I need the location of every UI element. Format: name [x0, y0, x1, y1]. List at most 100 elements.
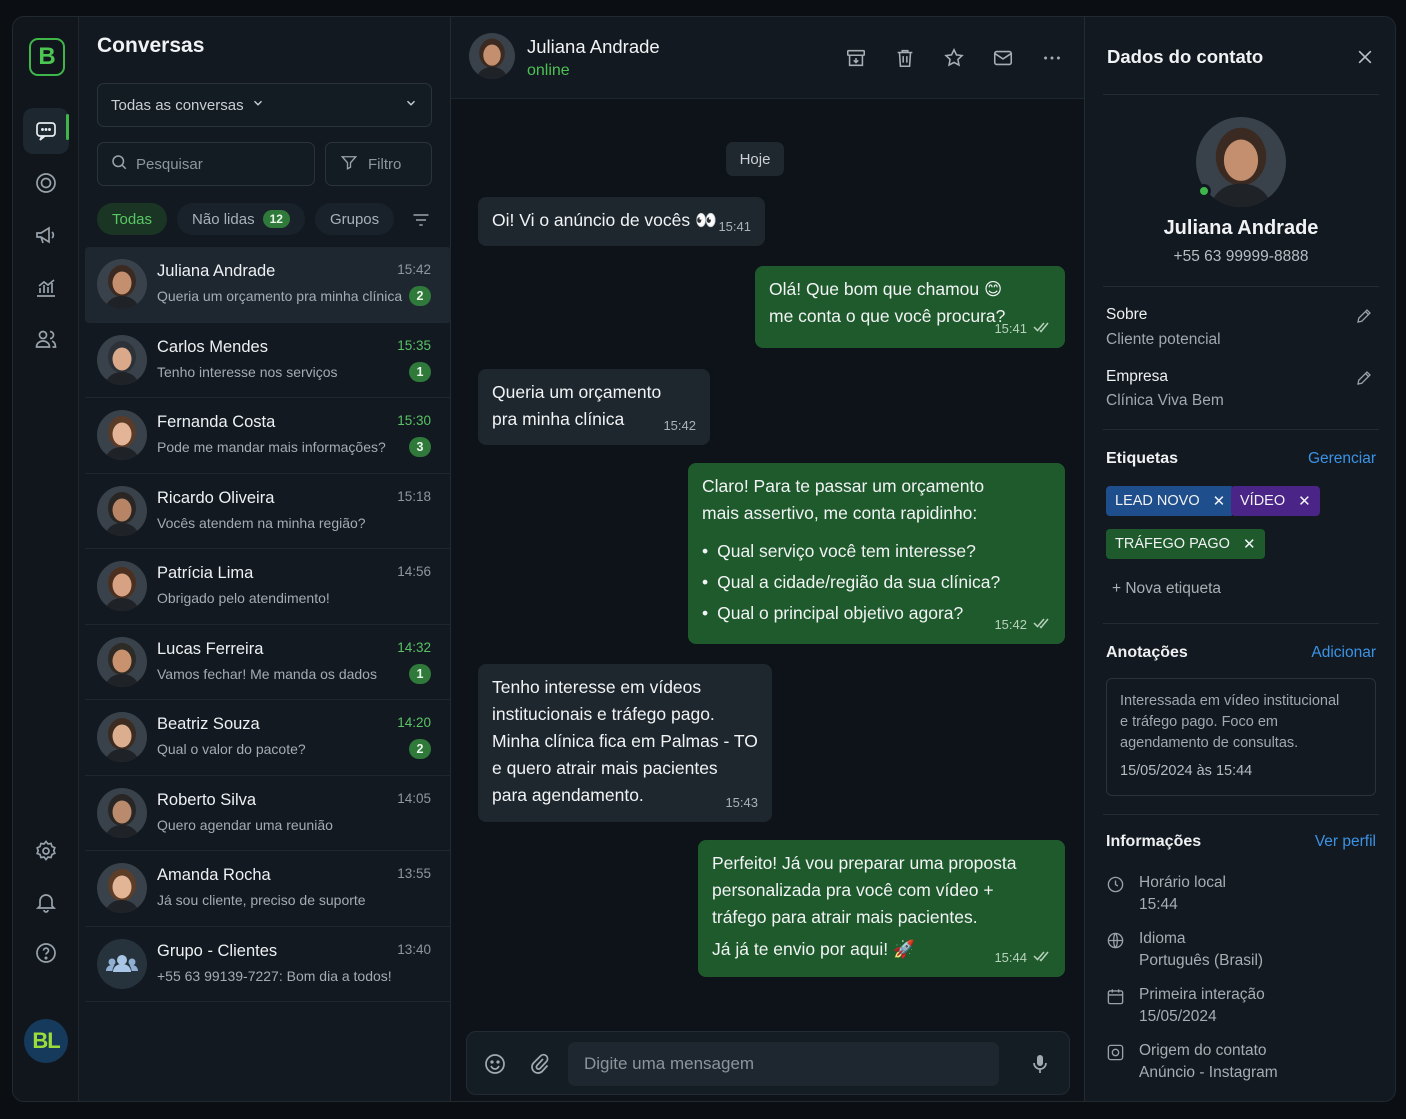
conversation-preview: Queria um orçamento pra minha clínica: [157, 288, 403, 304]
message-text: tráfego para atrair mais pacientes.: [712, 907, 978, 927]
app-logo[interactable]: B: [29, 38, 65, 76]
search-input[interactable]: Pesquisar: [97, 142, 315, 186]
page-title: Conversas: [97, 34, 205, 57]
message-input[interactable]: Digite uma mensagem: [568, 1042, 999, 1086]
conversation-item[interactable]: Lucas Ferreira Vamos fechar! Me manda os …: [85, 625, 451, 700]
conversation-item[interactable]: Grupo - Clientes +55 63 99139-7227: Bom d…: [85, 927, 451, 1002]
conversation-item[interactable]: Amanda Rocha Já sou cliente, preciso de s…: [85, 851, 451, 927]
tag-lead-novo[interactable]: LEAD NOVO ✕: [1106, 486, 1235, 516]
add-note-link[interactable]: Adicionar: [1311, 644, 1376, 662]
chat-icon[interactable]: [23, 108, 69, 154]
manage-tags-link[interactable]: Gerenciar: [1308, 450, 1376, 468]
unread-badge: 2: [409, 739, 431, 759]
globe-icon: [1106, 931, 1125, 955]
filter-button[interactable]: Filtro: [325, 142, 432, 186]
users-icon[interactable]: [23, 316, 69, 362]
attach-icon[interactable]: [528, 1052, 552, 1081]
microphone-icon[interactable]: [1028, 1052, 1052, 1081]
trash-icon[interactable]: [894, 47, 916, 74]
contact-details-panel: Dados do contato Juliana Andrade +55 63 …: [1085, 17, 1395, 1101]
filter-label: Filtro: [368, 155, 402, 173]
message-text: Claro! Para te passar um orçamento: [702, 476, 985, 496]
info-item-label: Horário local: [1139, 874, 1227, 891]
day-separator: Hoje: [726, 142, 784, 176]
conversation-time: 13:55: [397, 866, 431, 881]
message-outgoing[interactable]: Claro! Para te passar um orçamento mais …: [688, 463, 1065, 644]
conversation-item[interactable]: Fernanda Costa Pode me mandar mais inform…: [85, 398, 451, 474]
tag-trafego-pago[interactable]: TRÁFEGO PAGO ✕: [1106, 529, 1265, 559]
help-icon[interactable]: [23, 930, 69, 976]
conversation-time: 14:56: [397, 564, 431, 579]
message-outgoing[interactable]: Perfeito! Já vou preparar uma proposta p…: [698, 840, 1065, 977]
conversation-tabs: Todas Não lidas 12 Grupos: [97, 203, 395, 235]
conversation-item[interactable]: Carlos Mendes Tenho interesse nos serviço…: [85, 323, 451, 398]
star-icon[interactable]: [943, 47, 965, 74]
clock-icon: [1106, 875, 1125, 899]
notes-label: Anotações: [1106, 644, 1188, 661]
time-label: 15:41: [994, 321, 1027, 336]
chat-panel: Juliana Andrade online Hoje Oi! Vi o anú…: [451, 17, 1085, 1101]
remove-tag-icon[interactable]: ✕: [1213, 492, 1226, 510]
double-check-icon: [1033, 315, 1051, 342]
message-text: mais assertivo, me conta rapidinho:: [702, 503, 978, 523]
conversation-item[interactable]: Patrícia Lima Obrigado pelo atendimento! 1…: [85, 549, 451, 625]
emoji-icon[interactable]: [483, 1052, 507, 1081]
chart-icon[interactable]: [23, 264, 69, 310]
note-card[interactable]: Interessada em vídeo institucional e trá…: [1106, 678, 1376, 796]
online-status: online: [527, 62, 570, 79]
conversation-filter-select[interactable]: Todas as conversas: [97, 83, 432, 127]
tab-todas[interactable]: Todas: [97, 203, 168, 235]
message-incoming[interactable]: Queria um orçamento pra minha clínica 15…: [478, 369, 710, 445]
message-incoming[interactable]: Tenho interesse em vídeos institucionais…: [478, 664, 772, 822]
time-label: 15:44: [994, 950, 1027, 965]
settings-icon[interactable]: [23, 828, 69, 874]
new-tag-button[interactable]: + Nova etiqueta: [1112, 580, 1221, 598]
mail-icon[interactable]: [992, 47, 1014, 74]
avatar[interactable]: [469, 33, 515, 79]
info-item-label: Idioma: [1139, 930, 1186, 947]
chevron-down-icon: [404, 96, 418, 114]
message-time: 15:44: [994, 944, 1051, 971]
sort-icon[interactable]: [411, 210, 431, 235]
conversation-preview: Pode me mandar mais informações?: [157, 439, 386, 455]
user-avatar[interactable]: BL: [24, 1019, 68, 1063]
conversation-list: Juliana Andrade Queria um orçamento pra m…: [85, 247, 451, 1002]
contact-name[interactable]: Juliana Andrade: [527, 36, 660, 58]
megaphone-icon[interactable]: [23, 212, 69, 258]
conversation-time: 14:20: [397, 715, 431, 730]
list-item: Qual serviço você tem interesse?: [702, 536, 1051, 567]
edit-company-icon[interactable]: [1355, 369, 1373, 392]
conversation-time: 14:05: [397, 790, 431, 806]
archive-icon[interactable]: [845, 47, 867, 74]
message-outgoing[interactable]: Olá! Que bom que chamou 😊 me conta o que…: [755, 266, 1065, 348]
more-icon[interactable]: [1041, 47, 1063, 74]
conversation-item[interactable]: Juliana Andrade Queria um orçamento pra m…: [85, 247, 451, 323]
panel-title: Dados do contato: [1107, 46, 1264, 67]
message-incoming[interactable]: Oi! Vi o anúncio de vocês 👀 15:41: [478, 197, 765, 246]
conversation-preview: +55 63 99139-7227: Bom dia a todos!: [157, 967, 392, 984]
remove-tag-icon[interactable]: ✕: [1243, 535, 1256, 553]
tab-label: Não lidas: [192, 210, 255, 228]
view-profile-link[interactable]: Ver perfil: [1315, 833, 1376, 851]
conversation-item[interactable]: Ricardo Oliveira Vocês atendem na minha r…: [85, 474, 451, 549]
conversation-list-panel: Conversas Todas as conversas Pesquisar F…: [79, 17, 451, 1101]
conversation-item[interactable]: Roberto Silva Quero agendar uma reunião 14…: [85, 776, 451, 851]
list-item: Qual a cidade/região da sua clínica?: [702, 567, 1051, 598]
source-icon: [1106, 1043, 1125, 1067]
tab-label: Grupos: [329, 210, 380, 228]
edit-about-icon[interactable]: [1355, 307, 1373, 330]
chat-header: Juliana Andrade online: [451, 17, 1084, 99]
conversation-item[interactable]: Beatriz Souza Qual o valor do pacote? 14:2…: [85, 700, 451, 776]
tab-nao-lidas[interactable]: Não lidas 12: [177, 203, 305, 235]
conversation-name: Beatriz Souza: [157, 715, 260, 733]
tab-grupos[interactable]: Grupos: [314, 203, 395, 235]
tag-video[interactable]: VÍDEO ✕: [1231, 486, 1320, 516]
note-text: e tráfego pago. Foco em: [1120, 714, 1278, 730]
close-icon[interactable]: [1355, 47, 1375, 72]
divider: [1103, 814, 1379, 815]
remove-tag-icon[interactable]: ✕: [1298, 492, 1311, 510]
message-text: Tenho interesse em vídeos: [492, 677, 702, 697]
target-icon[interactable]: [23, 160, 69, 206]
bell-icon[interactable]: [23, 879, 69, 925]
search-placeholder: Pesquisar: [136, 155, 203, 173]
